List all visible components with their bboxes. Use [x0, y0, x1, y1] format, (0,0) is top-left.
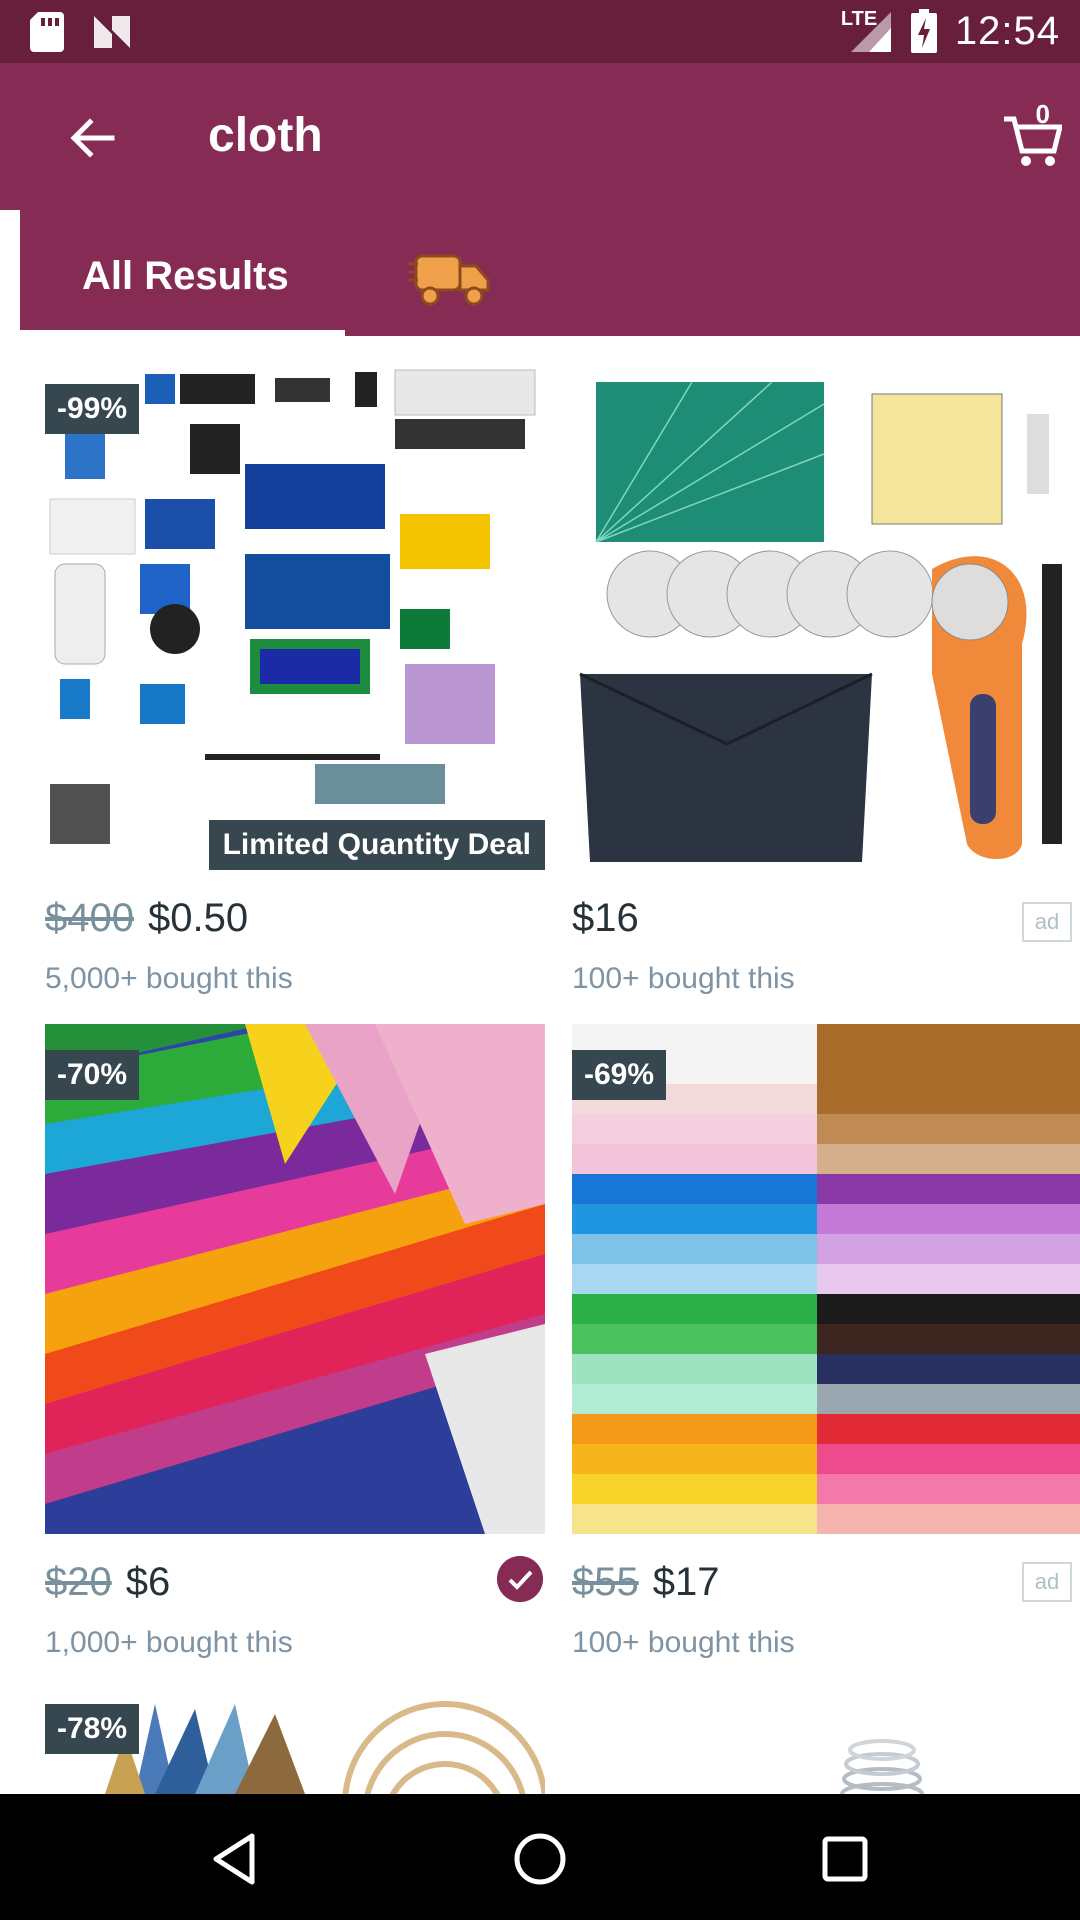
ad-label: ad — [1022, 902, 1072, 942]
product-card[interactable]: -69% $55 $17 ad 100+ bought this — [540, 1016, 1080, 1676]
signal-icon: LTE — [841, 8, 893, 54]
product-image-cotton-fabric[interactable]: -69% — [572, 1024, 1080, 1534]
cotton-fabric-illustration — [572, 1024, 1080, 1534]
bought-count: 100+ bought this — [572, 962, 795, 995]
clock: 12:54 — [954, 8, 1060, 53]
network-label: LTE — [840, 8, 878, 30]
home-circle-icon[interactable] — [505, 1824, 575, 1894]
price-row: $400 $0.50 — [45, 896, 248, 941]
tab-bar: All Results — [0, 210, 1080, 336]
back-arrow-icon[interactable] — [62, 108, 122, 168]
satin-fabric-illustration — [45, 1024, 545, 1534]
product-card[interactable] — [540, 1676, 1080, 1794]
price-row: $20 $6 — [45, 1560, 170, 1605]
fast-shipping-truck-icon[interactable] — [408, 250, 492, 310]
system-nav-bar — [0, 1794, 1080, 1920]
discount-badge: -70% — [45, 1050, 140, 1100]
discount-badge: -99% — [45, 384, 140, 434]
cart-count-badge: 0 — [1035, 99, 1050, 129]
product-image-satin-fabric[interactable]: -70% — [45, 1024, 545, 1534]
product-card[interactable]: -78% — [0, 1676, 545, 1794]
tab-all-results-label: All Results — [82, 254, 289, 298]
product-image-metal-spring[interactable] — [572, 1694, 1080, 1794]
product-image-embroidery-kit[interactable]: -78% — [45, 1694, 545, 1794]
product-card[interactable]: $16 ad 100+ bought this — [540, 336, 1080, 1016]
sale-price: $16 — [572, 896, 639, 940]
recents-square-icon[interactable] — [810, 1824, 880, 1894]
sale-price: $0.50 — [147, 896, 249, 940]
price-row: $16 — [572, 896, 639, 941]
sale-price: $6 — [125, 1560, 171, 1604]
status-bar: LTE 12:54 — [0, 0, 1080, 63]
bought-count: 1,000+ bought this — [45, 1626, 293, 1659]
ad-label: ad — [1022, 1562, 1072, 1602]
sale-price: $17 — [652, 1560, 720, 1604]
bought-count: 5,000+ bought this — [45, 962, 293, 995]
app-bar: cloth 0 — [0, 63, 1080, 210]
cart-icon[interactable] — [1002, 101, 1062, 171]
back-triangle-icon[interactable] — [200, 1824, 270, 1894]
n-icon — [94, 16, 130, 48]
product-card[interactable]: -99% Limited Quantity Deal $400 $0.50 5,… — [0, 336, 545, 1016]
original-price: $55 — [572, 1560, 639, 1604]
discount-badge: -69% — [572, 1050, 667, 1100]
price-row: $55 $17 — [572, 1560, 720, 1605]
original-price: $400 — [45, 896, 134, 940]
product-image-cutting-mat[interactable] — [572, 364, 1080, 870]
verified-check-icon — [497, 1556, 543, 1602]
product-image-electronics-kit[interactable]: -99% Limited Quantity Deal — [45, 364, 545, 870]
tab-edge — [0, 210, 20, 336]
battery-charging-icon — [910, 9, 937, 53]
discount-badge: -78% — [45, 1704, 140, 1754]
sd-card-icon — [30, 12, 64, 52]
cutting-mat-illustration — [579, 381, 1062, 862]
spring-illustration — [840, 1739, 924, 1794]
bought-count: 100+ bought this — [572, 1626, 795, 1659]
search-query[interactable]: cloth — [208, 108, 323, 163]
product-card[interactable]: -70% $20 $6 1,000+ bought this — [0, 1016, 545, 1676]
original-price: $20 — [45, 1560, 112, 1604]
tab-all-results[interactable]: All Results — [20, 210, 345, 330]
deal-banner: Limited Quantity Deal — [208, 820, 545, 870]
screen: LTE 12:54 cloth 0 All Results -99% Limit… — [0, 0, 1080, 1920]
electronics-kit-illustration — [49, 369, 536, 844]
